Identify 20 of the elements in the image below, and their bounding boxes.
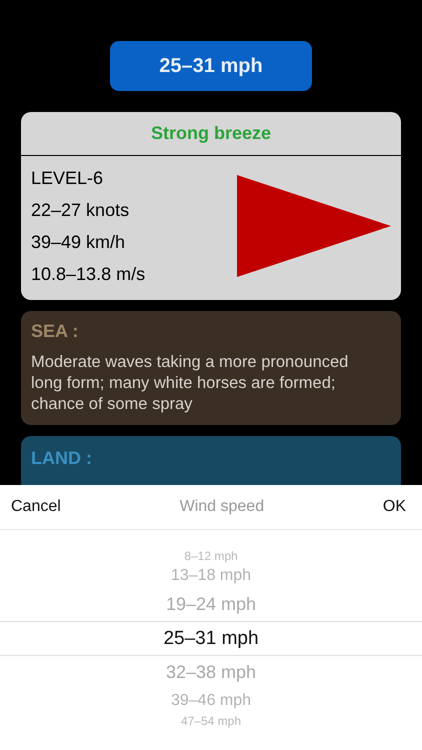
picker-option[interactable]: 13–18 mph	[0, 564, 422, 588]
picker-option[interactable]: 19–24 mph	[0, 588, 422, 621]
wind-value: LEVEL-6	[31, 167, 104, 190]
land-heading: LAND :	[31, 448, 93, 469]
wind-value: 22–27 knots	[31, 199, 130, 222]
beaufort-title: Strong breeze	[21, 112, 401, 156]
sea-description: Moderate waves taking a more pronounced long form; many white horses are formed; chance of some spray	[31, 352, 350, 415]
wind-speed-button[interactable]: 25–31 mph	[110, 41, 312, 91]
wind-value: 10.8–13.8 m/s	[31, 263, 146, 286]
picker-title: Wind speed	[180, 498, 264, 516]
sea-heading: SEA :	[31, 321, 80, 342]
wind-value: 39–49 km/h	[31, 231, 126, 254]
picker-option[interactable]: 47–54 mph	[0, 713, 422, 729]
cancel-button[interactable]: Cancel	[11, 498, 61, 516]
picker-option[interactable]: 8–12 mph	[0, 548, 422, 564]
picker-option[interactable]: 25–31 mph	[0, 621, 422, 656]
wind-direction-triangle-icon	[237, 175, 391, 277]
picker-option[interactable]: 32–38 mph	[0, 656, 422, 689]
ok-button[interactable]: OK	[382, 498, 406, 516]
picker-option[interactable]: 39–46 mph	[0, 689, 422, 713]
